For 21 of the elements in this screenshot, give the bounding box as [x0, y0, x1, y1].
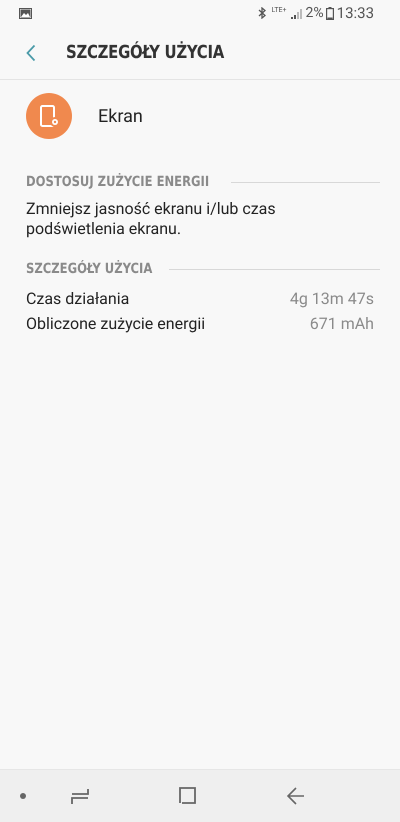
home-icon[interactable] — [178, 786, 198, 806]
page-title: SZCZEGÓŁY UŻYCIA — [66, 42, 224, 63]
back-icon[interactable] — [286, 786, 306, 806]
battery-percent: 2% — [306, 5, 324, 21]
detail-value: 4g 13m 47s — [290, 288, 374, 310]
battery-icon — [326, 6, 334, 20]
app-name: Ekran — [98, 106, 143, 126]
screen-settings-icon — [26, 93, 72, 139]
back-icon[interactable] — [26, 44, 36, 62]
clock: 13:33 — [336, 4, 374, 22]
signal-icon — [290, 8, 302, 18]
detail-label: Obliczone zużycie energii — [26, 313, 206, 335]
section-header: DOSTOSUJ ZUŻYCIE ENERGII — [26, 174, 210, 190]
dot-icon[interactable] — [20, 793, 26, 799]
section-header: SZCZEGÓŁY UŻYCIA — [26, 261, 152, 277]
bluetooth-icon — [258, 7, 266, 19]
detail-value: 671 mAh — [310, 313, 374, 335]
recent-apps-icon[interactable] — [70, 786, 90, 806]
image-icon — [19, 8, 32, 18]
description-text: Zmniejsz jasność ekranu i/lub czas podświetlenia ekranu. — [26, 199, 277, 239]
detail-label: Czas działania — [26, 288, 130, 310]
